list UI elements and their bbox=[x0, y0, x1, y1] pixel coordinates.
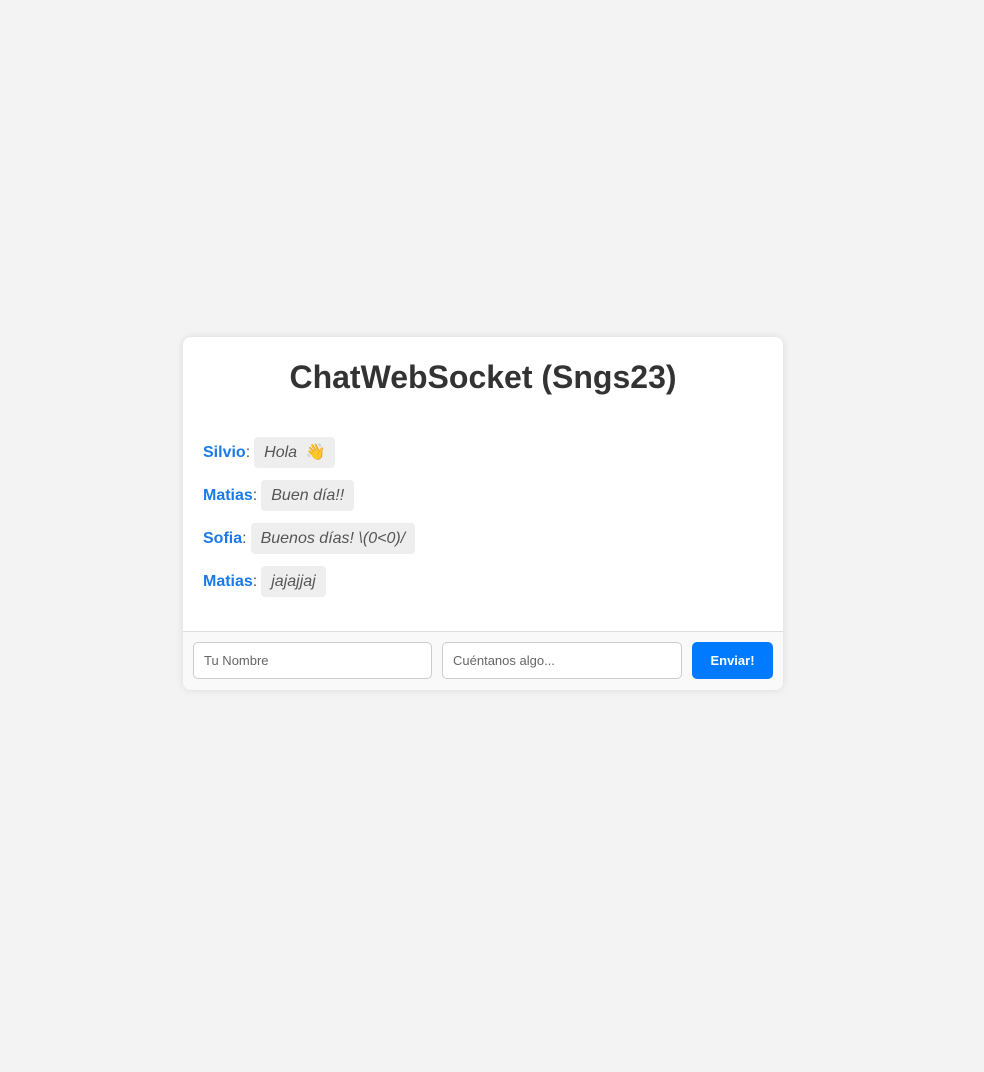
message-list: Silvio : Hola 👋 Matias : Buen día!! Sofi… bbox=[203, 437, 763, 609]
message-input[interactable] bbox=[442, 642, 682, 679]
message-text: jajajjaj bbox=[271, 573, 316, 590]
message-text: Hola bbox=[264, 444, 298, 461]
message-separator: : bbox=[245, 443, 251, 461]
name-input[interactable] bbox=[193, 642, 432, 679]
chat-message: Silvio : Hola 👋 bbox=[203, 437, 763, 468]
message-separator: : bbox=[242, 529, 247, 547]
message-text-bubble: Hola 👋 bbox=[254, 437, 336, 468]
waving-hand-icon: 👋 bbox=[305, 444, 326, 461]
message-separator: : bbox=[252, 486, 258, 504]
message-separator: : bbox=[252, 572, 258, 590]
chat-message: Matias : Buen día!! bbox=[203, 480, 763, 511]
message-text: Buen día!! bbox=[271, 487, 345, 504]
chat-title: ChatWebSocket (Sngs23) bbox=[289, 359, 677, 395]
chat-message: Sofia : Buenos días! \(0<0)/ bbox=[203, 523, 763, 554]
message-text-bubble: jajajjaj bbox=[261, 566, 326, 597]
message-text-bubble: Buenos días! \(0<0)/ bbox=[250, 523, 416, 554]
message-username: Matias bbox=[203, 486, 253, 504]
message-text-bubble: Buen día!! bbox=[261, 480, 355, 511]
send-button[interactable]: Enviar! bbox=[692, 642, 773, 679]
message-form: Enviar! bbox=[183, 631, 783, 690]
chat-container: ChatWebSocket (Sngs23) Silvio : Hola 👋 M… bbox=[183, 337, 783, 690]
message-text: Buenos días! \(0<0)/ bbox=[260, 530, 406, 547]
message-username: Sofia bbox=[203, 529, 243, 547]
message-username: Silvio bbox=[203, 443, 246, 461]
message-username: Matias bbox=[203, 572, 253, 590]
chat-message: Matias : jajajjaj bbox=[203, 566, 763, 597]
